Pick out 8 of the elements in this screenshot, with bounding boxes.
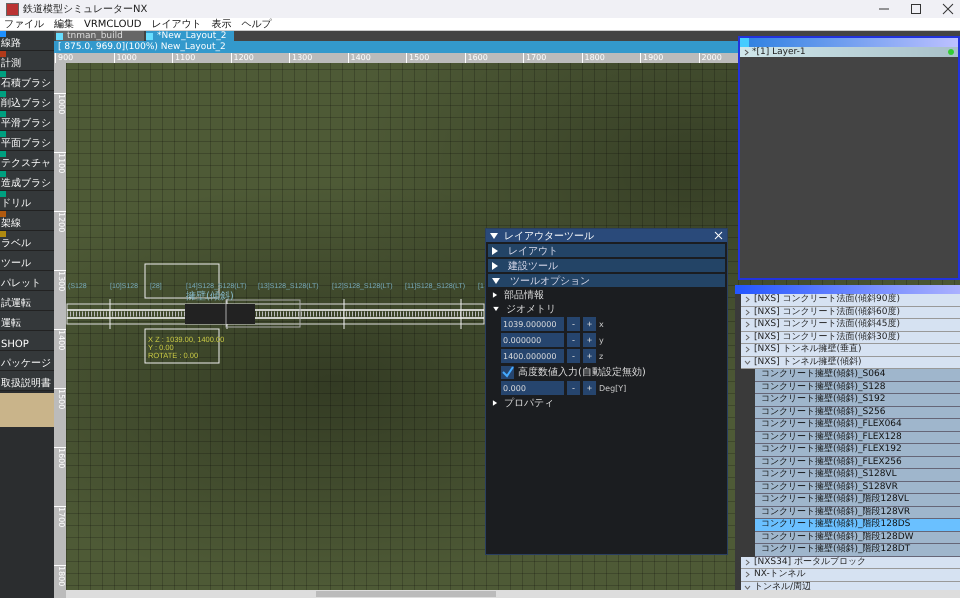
axis-label: y	[599, 336, 604, 344]
vertical-ruler: 1000 1100 1200 1300 1400 1500 1600 1700 1800	[54, 63, 66, 598]
axis-label: z	[599, 352, 604, 360]
checkbox-label: 高度数値入力(自動設定無効)	[518, 366, 646, 379]
panel-title: レイアウターツール	[504, 230, 595, 242]
window-title: 鉄道模型シミュレーターNX	[23, 2, 148, 16]
axis-label: Deg[Y]	[599, 384, 626, 392]
axis-label: x	[599, 320, 604, 328]
